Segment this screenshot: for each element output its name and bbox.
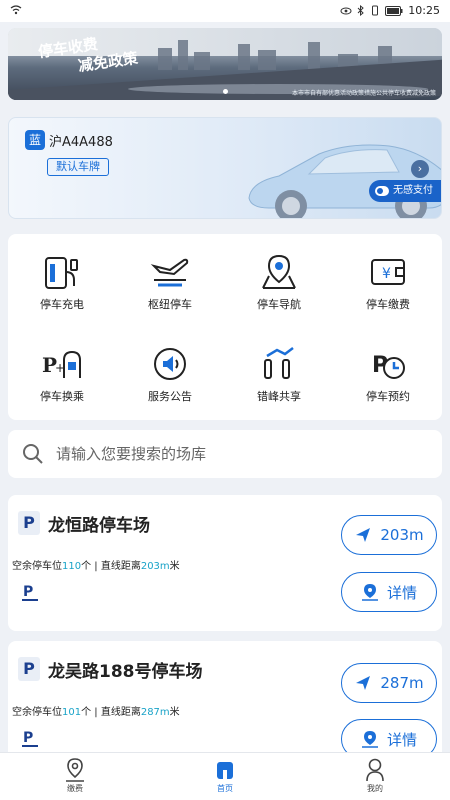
car-illustration (248, 144, 441, 218)
service-item-navigation[interactable]: 停车导航 (225, 234, 333, 320)
search-bar[interactable] (8, 430, 442, 478)
lot-name: 龙恒路停车场 (48, 516, 150, 536)
service-item-transfer[interactable]: P + 停车换乘 (8, 326, 116, 412)
service-item-reservation[interactable]: P 停车预约 (334, 326, 442, 412)
service-label: 枢纽停车 (148, 298, 192, 311)
navigate-button[interactable]: 287m (341, 663, 437, 703)
vehicle-card[interactable]: 蓝 沪A4A488 默认车牌 › 无感支付 (8, 117, 442, 219)
clock: 10:25 (408, 4, 440, 17)
service-label: 停车导航 (257, 298, 301, 311)
parking-logo-icon: P (22, 584, 38, 601)
service-label: 停车缴费 (366, 298, 410, 311)
distance-value: 203m (140, 561, 170, 572)
parking-badge: P (18, 511, 40, 535)
tab-profile[interactable]: 我的 (345, 757, 405, 794)
home-icon (217, 762, 233, 779)
service-label: 停车充电 (40, 298, 84, 311)
service-item-shared[interactable]: 错峰共享 (225, 326, 333, 412)
battery-icon (385, 5, 403, 16)
wallet-payment-icon: ¥ (371, 259, 405, 285)
default-plate-button[interactable]: 默认车牌 (47, 158, 109, 176)
service-item-announcement[interactable]: 服务公告 (116, 326, 224, 412)
vibrate-icon (372, 5, 379, 16)
service-item-payment[interactable]: ¥ 停车缴费 (334, 234, 442, 320)
svg-text:P: P (23, 584, 33, 600)
tab-home[interactable]: 首页 (195, 757, 255, 794)
announcement-icon (154, 348, 186, 380)
lot-name: 龙吴路188号停车场 (48, 662, 203, 682)
tab-label: 我的 (367, 784, 383, 793)
service-item-hub[interactable]: 枢纽停车 (116, 234, 224, 320)
airport-parking-icon (150, 258, 189, 287)
map-pin-icon (361, 584, 378, 601)
service-label: 停车换乘 (40, 390, 84, 403)
tab-label: 首页 (217, 784, 233, 793)
bottom-tab-bar: 缴费 首页 我的 (0, 752, 450, 800)
parking-logo-icon: P (22, 730, 38, 747)
toggle-icon (375, 186, 389, 196)
eye-icon (340, 7, 352, 14)
wifi-icon (10, 5, 22, 15)
location-pin-icon (66, 758, 84, 782)
details-button[interactable]: 详情 (341, 572, 437, 612)
parking-lot-card[interactable]: P 龙恒路停车场 空余停车位110个 | 直线距离203m米 P 203m 详情 (8, 495, 442, 631)
service-item-charging[interactable]: 停车充电 (8, 234, 116, 320)
navigate-button[interactable]: 203m (341, 515, 437, 555)
map-pin-icon (361, 731, 378, 748)
reservation-icon: P (372, 353, 405, 379)
status-bar: 10:25 (0, 0, 450, 22)
free-spaces: 110 (62, 561, 82, 572)
person-icon (366, 758, 384, 782)
no-sense-pay-toggle[interactable]: 无感支付 (369, 180, 441, 202)
send-arrow-icon (356, 528, 371, 542)
service-label: 服务公告 (148, 390, 192, 403)
plate-number: 沪A4A488 (49, 135, 113, 150)
search-icon (23, 444, 43, 464)
pagination-dot[interactable] (222, 89, 228, 94)
no-sense-pay-label: 无感支付 (393, 185, 433, 196)
search-input[interactable] (56, 440, 426, 468)
svg-text:P: P (23, 730, 33, 746)
chevron-right-icon[interactable]: › (411, 160, 429, 178)
free-spaces: 101 (62, 707, 82, 718)
service-grid: 停车充电 枢纽停车 停车导航 ¥ 停车缴费 P + 停车换乘 服务公告 错峰共享 … (8, 234, 442, 420)
service-label: 错峰共享 (257, 390, 301, 403)
park-and-ride-icon: P+ (42, 350, 81, 378)
parking-badge: P (18, 657, 40, 681)
tab-payment[interactable]: 缴费 (45, 757, 105, 794)
service-label: 停车预约 (366, 390, 410, 403)
send-arrow-icon (356, 676, 371, 690)
plate-color-badge: 蓝 (25, 130, 45, 150)
charging-icon (45, 257, 78, 289)
map-navigation-icon (262, 254, 296, 289)
tab-label: 缴费 (67, 784, 83, 793)
lot-info: 空余停车位101个 | 直线距离287m米 (12, 707, 180, 718)
svg-text:¥: ¥ (382, 266, 391, 282)
bluetooth-icon (357, 5, 365, 16)
banner-pagination[interactable] (0, 89, 450, 94)
distance-value: 287m (140, 707, 170, 718)
lot-info: 空余停车位110个 | 直线距离203m米 (12, 561, 180, 572)
shared-parking-icon (264, 347, 294, 379)
